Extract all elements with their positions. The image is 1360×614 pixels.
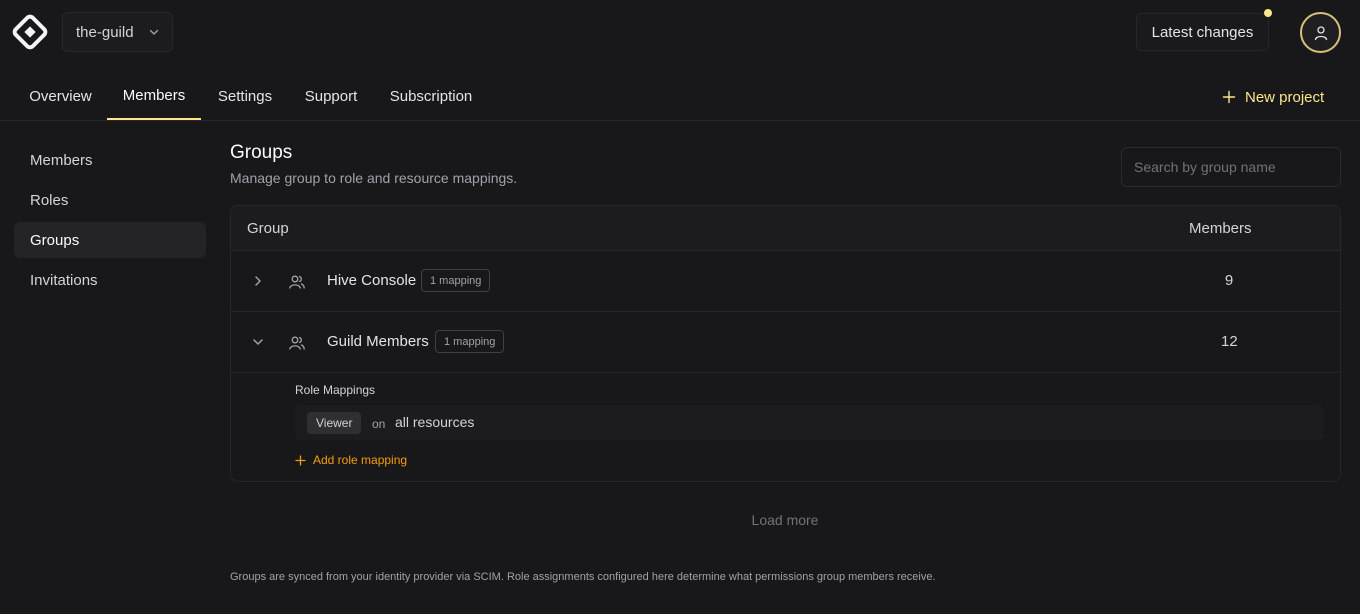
column-header-members: Members — [1189, 220, 1252, 237]
page-title: Groups — [230, 142, 293, 163]
user-icon — [1314, 25, 1327, 40]
tab-label: Support — [304, 87, 358, 105]
tab-members[interactable]: Members — [107, 72, 201, 120]
tab-label: Overview — [29, 87, 92, 105]
tab-subscription[interactable]: Subscription — [373, 72, 489, 120]
plus-icon — [295, 454, 306, 466]
footnote: Groups are synced from your identity pro… — [230, 571, 936, 583]
tab-support[interactable]: Support — [289, 72, 373, 120]
role-mappings-panel: Role Mappings Viewer on all resources Ad… — [231, 374, 1340, 481]
add-role-mapping-label: Add role mapping — [313, 453, 408, 467]
role-badge: Viewer — [307, 412, 362, 434]
sidebar-item-label: Roles — [30, 191, 69, 209]
member-count: 12 — [1221, 333, 1238, 350]
mapping-badge: 1 mapping — [421, 269, 491, 292]
sidebar-item-label: Members — [30, 151, 93, 169]
table-row[interactable]: Hive Console 1 mapping 9 — [231, 251, 1340, 312]
tab-label: Subscription — [389, 87, 473, 105]
main-tabs: Overview Members Settings Support Subscr… — [0, 72, 1360, 121]
tab-overview[interactable]: Overview — [14, 72, 107, 120]
plus-icon — [1222, 90, 1236, 104]
group-name: Guild Members — [327, 333, 429, 350]
role-mapping-on-text: on — [372, 417, 386, 431]
table-row[interactable]: Guild Members 1 mapping 12 — [231, 312, 1340, 373]
chevron-right-icon[interactable] — [251, 274, 265, 288]
load-more-button[interactable]: Load more — [730, 512, 840, 528]
sidebar-item-label: Groups — [30, 231, 80, 249]
member-count: 9 — [1224, 272, 1234, 289]
sidebar-item-members[interactable]: Members — [14, 142, 206, 178]
latest-changes-label: Latest changes — [1151, 23, 1254, 41]
groups-table: Group Members Hive Console 1 mapping 9 G… — [230, 205, 1341, 482]
org-name: the-guild — [76, 23, 134, 41]
users-icon — [289, 336, 305, 350]
tab-label: Settings — [217, 87, 273, 105]
new-project-label: New project — [1245, 88, 1325, 106]
add-role-mapping-link[interactable]: Add role mapping — [295, 452, 407, 468]
tab-label: Members — [122, 86, 186, 104]
new-project-button[interactable]: New project — [1222, 86, 1324, 108]
org-switcher[interactable]: the-guild — [62, 12, 173, 52]
avatar[interactable] — [1300, 12, 1341, 53]
chevron-down-icon[interactable] — [251, 335, 265, 349]
sidebar-item-groups[interactable]: Groups — [14, 222, 206, 258]
top-bar: the-guild Latest changes — [0, 0, 1360, 64]
role-mapping-resource: all resources — [395, 414, 475, 430]
group-name: Hive Console — [327, 272, 417, 289]
sidebar-item-label: Invitations — [30, 271, 98, 289]
page-subtitle: Manage group to role and resource mappin… — [230, 170, 518, 186]
logo-icon[interactable] — [12, 14, 48, 50]
column-header-group: Group — [247, 220, 289, 237]
role-mappings-title: Role Mappings — [295, 383, 376, 397]
sidebar-item-invitations[interactable]: Invitations — [14, 262, 206, 298]
mapping-badge: 1 mapping — [435, 330, 505, 353]
latest-changes-button[interactable]: Latest changes — [1136, 13, 1269, 51]
tab-settings[interactable]: Settings — [201, 72, 289, 120]
notification-dot — [1264, 9, 1272, 17]
sidebar: Members Roles Groups Invitations — [14, 142, 206, 302]
sidebar-item-roles[interactable]: Roles — [14, 182, 206, 218]
users-icon — [289, 275, 305, 289]
search-input[interactable] — [1121, 147, 1341, 187]
chevron-down-icon — [149, 29, 158, 35]
table-header: Group Members — [231, 206, 1340, 251]
role-mapping-row: Viewer on all resources — [295, 405, 1324, 440]
